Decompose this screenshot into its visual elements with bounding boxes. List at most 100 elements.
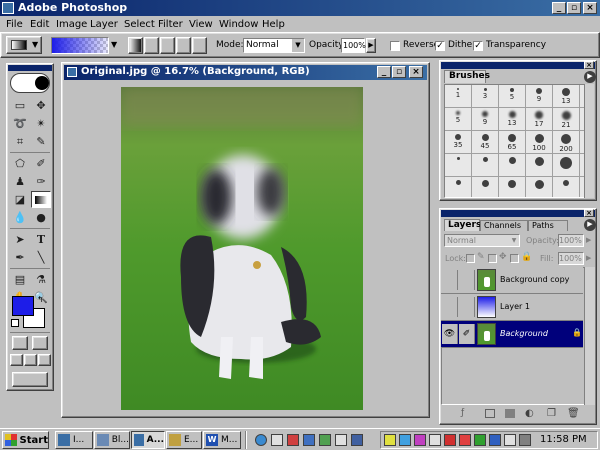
volume-icon[interactable] [519, 434, 531, 446]
foreground-color-swatch[interactable] [12, 296, 34, 316]
lock-image-icon[interactable]: ✎ [477, 252, 485, 262]
menu-layer[interactable]: Layer [90, 19, 118, 30]
layer-row-layer-1[interactable]: Layer 1 [441, 294, 583, 321]
adobe-online-icon[interactable] [10, 73, 50, 93]
dodge-tool-icon[interactable]: ● [31, 209, 51, 226]
marquee-tool-icon[interactable]: ▭ [10, 97, 30, 114]
standard-screen-mode-button[interactable] [10, 354, 23, 366]
tray-icon[interactable] [414, 434, 426, 446]
brush-preset[interactable]: 35 [445, 131, 472, 154]
mode-select[interactable]: Normal ▼ [243, 38, 305, 53]
menu-image[interactable]: Image [56, 19, 87, 30]
menu-file[interactable]: File [6, 19, 23, 30]
menu-window[interactable]: Window [219, 19, 258, 30]
eye-icon[interactable] [442, 270, 458, 290]
taskbar-button-photoshop[interactable]: A... [131, 431, 165, 449]
close-button[interactable]: × [583, 2, 597, 14]
tray-icon[interactable] [444, 434, 456, 446]
quicklaunch-icon[interactable] [303, 434, 315, 446]
pen-tool-icon[interactable]: ✒ [10, 249, 30, 266]
tray-icon[interactable] [384, 434, 396, 446]
canvas-image[interactable] [121, 87, 363, 410]
tray-icon[interactable] [474, 434, 486, 446]
tray-icon[interactable] [429, 434, 441, 446]
taskbar-button-2[interactable]: Bl... [94, 431, 130, 449]
brush-preset[interactable]: 200 [553, 131, 580, 154]
magic-wand-tool-icon[interactable]: ✴ [31, 115, 51, 132]
fill-slider-icon[interactable]: ▶ [586, 254, 591, 262]
clone-stamp-tool-icon[interactable]: ♟ [10, 173, 30, 190]
layer-row-background[interactable]: 👁 ✐ Background 🔒 [441, 321, 583, 348]
document-maximize-button[interactable]: ▫ [392, 66, 406, 78]
brushes-menu-button[interactable]: ▶ [584, 71, 596, 83]
eye-icon[interactable]: 👁 [442, 324, 458, 344]
quicklaunch-icon[interactable] [319, 434, 331, 446]
transparency-checkbox[interactable]: ✓ [473, 41, 483, 51]
brush-preset[interactable] [526, 177, 553, 197]
opacity-slider-icon[interactable]: ▶ [586, 236, 591, 244]
gradient-picker[interactable] [51, 37, 109, 54]
tray-icon[interactable] [459, 434, 471, 446]
trash-icon[interactable]: 🗑 [567, 408, 580, 419]
diamond-gradient-button[interactable] [192, 37, 207, 54]
lock-all-checkbox[interactable] [510, 254, 519, 263]
brushes-scrollbar[interactable] [584, 84, 594, 198]
healing-brush-tool-icon[interactable]: ⬠ [10, 155, 30, 172]
fill-input[interactable]: 100% [558, 252, 584, 265]
taskbar-button-word[interactable]: W M... [203, 431, 241, 449]
slice-tool-icon[interactable]: ✎ [31, 133, 51, 150]
brush-preset[interactable]: 5 [445, 108, 472, 131]
opacity-input[interactable]: 100% [341, 38, 366, 53]
layer-mask-icon[interactable] [485, 409, 495, 418]
brush-preset[interactable] [472, 154, 499, 177]
angle-gradient-button[interactable] [160, 37, 175, 54]
start-button[interactable]: Start [2, 431, 49, 449]
type-tool-icon[interactable]: T [31, 231, 51, 248]
brush-preset[interactable] [553, 154, 580, 177]
brushes-tab[interactable]: Brushes [444, 70, 490, 83]
swap-colors-icon[interactable]: ↰ [37, 295, 44, 304]
tray-icon[interactable] [489, 434, 501, 446]
line-tool-icon[interactable]: ╲ [31, 249, 51, 266]
history-brush-tool-icon[interactable]: ✑ [31, 173, 51, 190]
linear-gradient-button[interactable] [128, 37, 143, 54]
quicklaunch-icon[interactable] [351, 434, 363, 446]
layer-row-background-copy[interactable]: Background copy [441, 267, 583, 294]
lock-position-checkbox[interactable] [488, 254, 497, 263]
default-colors-icon[interactable] [11, 319, 19, 327]
quick-mask-mode-button[interactable] [32, 336, 48, 350]
layer-set-icon[interactable] [505, 409, 515, 418]
tab-layers[interactable]: Layers [444, 219, 481, 231]
tray-icon[interactable] [504, 434, 516, 446]
brush-preset[interactable]: 9 [526, 85, 553, 108]
menu-filter[interactable]: Filter [158, 19, 183, 30]
new-layer-icon[interactable]: ❐ [547, 408, 556, 419]
brush-preset[interactable] [499, 154, 526, 177]
lock-position-icon[interactable]: ✥ [499, 252, 507, 262]
brush-preset[interactable]: 1 [445, 85, 472, 108]
standard-mode-button[interactable] [12, 336, 28, 350]
blend-mode-select[interactable]: Normal ▼ [444, 234, 520, 247]
quicklaunch-icon[interactable] [335, 434, 347, 446]
brush-preset[interactable] [472, 177, 499, 197]
layer-opacity-input[interactable]: 100% [558, 234, 584, 247]
minimize-button[interactable]: _ [552, 2, 566, 14]
reflected-gradient-button[interactable] [176, 37, 191, 54]
document-close-button[interactable]: × [409, 66, 423, 78]
gradient-tool-icon[interactable] [31, 191, 51, 208]
menu-help[interactable]: Help [262, 19, 285, 30]
full-screen-menu-mode-button[interactable] [24, 354, 37, 366]
layers-palette-close-button[interactable]: × [584, 209, 594, 217]
reverse-checkbox[interactable] [390, 41, 400, 51]
brush-preset[interactable] [526, 154, 553, 177]
brush-preset[interactable]: 65 [499, 131, 526, 154]
quicklaunch-ie-icon[interactable] [255, 434, 267, 446]
layers-scrollbar[interactable] [584, 267, 595, 405]
quicklaunch-icon[interactable] [271, 434, 283, 446]
taskbar-button-4[interactable]: E... [166, 431, 202, 449]
clock[interactable]: 11:58 PM [540, 434, 587, 445]
path-selection-tool-icon[interactable]: ➤ [10, 231, 30, 248]
layer-style-icon[interactable]: ƒ [461, 408, 464, 418]
lasso-tool-icon[interactable]: ➰ [10, 115, 30, 132]
layers-menu-button[interactable]: ▶ [584, 219, 596, 231]
